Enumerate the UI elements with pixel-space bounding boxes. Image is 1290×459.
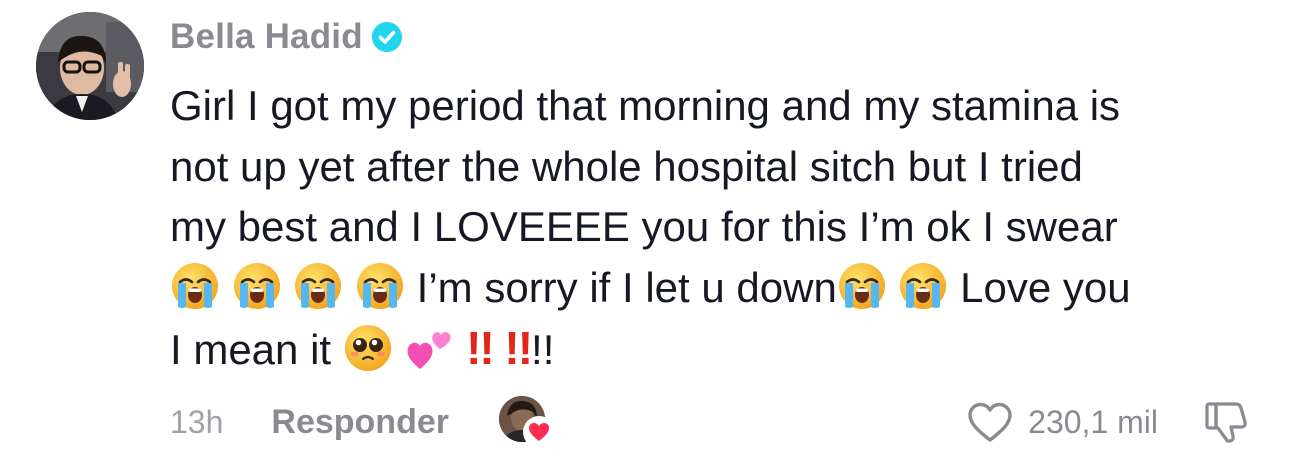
- comment-fragment: I mean it: [170, 326, 343, 373]
- comment-line: I mean it !! !!!!: [170, 318, 1270, 381]
- crying-face-icon: [837, 261, 887, 311]
- comment-line: my best and I LOVEEEE you for this I’m o…: [170, 203, 1118, 250]
- comment-text: Girl I got my period that morning and my…: [170, 76, 1270, 381]
- comment-footer: 13h Responder 230,1 mil: [170, 394, 1250, 450]
- comment-time: 13h: [170, 403, 224, 440]
- reply-button[interactable]: Responder: [271, 403, 449, 442]
- crying-face-icon: [232, 261, 282, 311]
- crying-face-icon: [898, 261, 948, 311]
- comment-line: not up yet after the whole hospital sitc…: [170, 142, 1083, 190]
- crying-face-icon: [293, 261, 343, 311]
- like-count: 230,1 mil: [1028, 403, 1158, 440]
- pleading-face-icon: [343, 323, 393, 373]
- creator-liked-badge: [498, 396, 555, 448]
- author-row: Bella Hadid: [170, 14, 403, 60]
- avatar-photo: [36, 12, 144, 120]
- comment-line: Girl I got my period that morning and my…: [170, 82, 1121, 129]
- double-exclamation-icon: !!: [466, 322, 495, 374]
- heart-outline-icon: [968, 402, 1012, 442]
- crying-face-icon: [170, 261, 220, 311]
- verified-badge-icon: [371, 22, 402, 52]
- creator-heart-icon: [522, 416, 555, 448]
- two-hearts-icon: [404, 323, 454, 373]
- author-name[interactable]: Bella Hadid: [170, 17, 363, 57]
- comment-line: I’m sorry if I let u down Love you: [170, 258, 1270, 319]
- comment-fragment: !!: [531, 326, 555, 373]
- comment-fragment: I’m sorry if I let u down: [405, 263, 837, 311]
- like-button[interactable]: 230,1 mil: [966, 400, 1158, 444]
- author-avatar[interactable]: [36, 12, 144, 120]
- double-exclamation-icon: !!: [504, 322, 533, 374]
- comment-fragment: Love you: [948, 263, 1131, 311]
- crying-face-icon: [355, 261, 405, 311]
- dislike-button-icon[interactable]: [1202, 398, 1250, 446]
